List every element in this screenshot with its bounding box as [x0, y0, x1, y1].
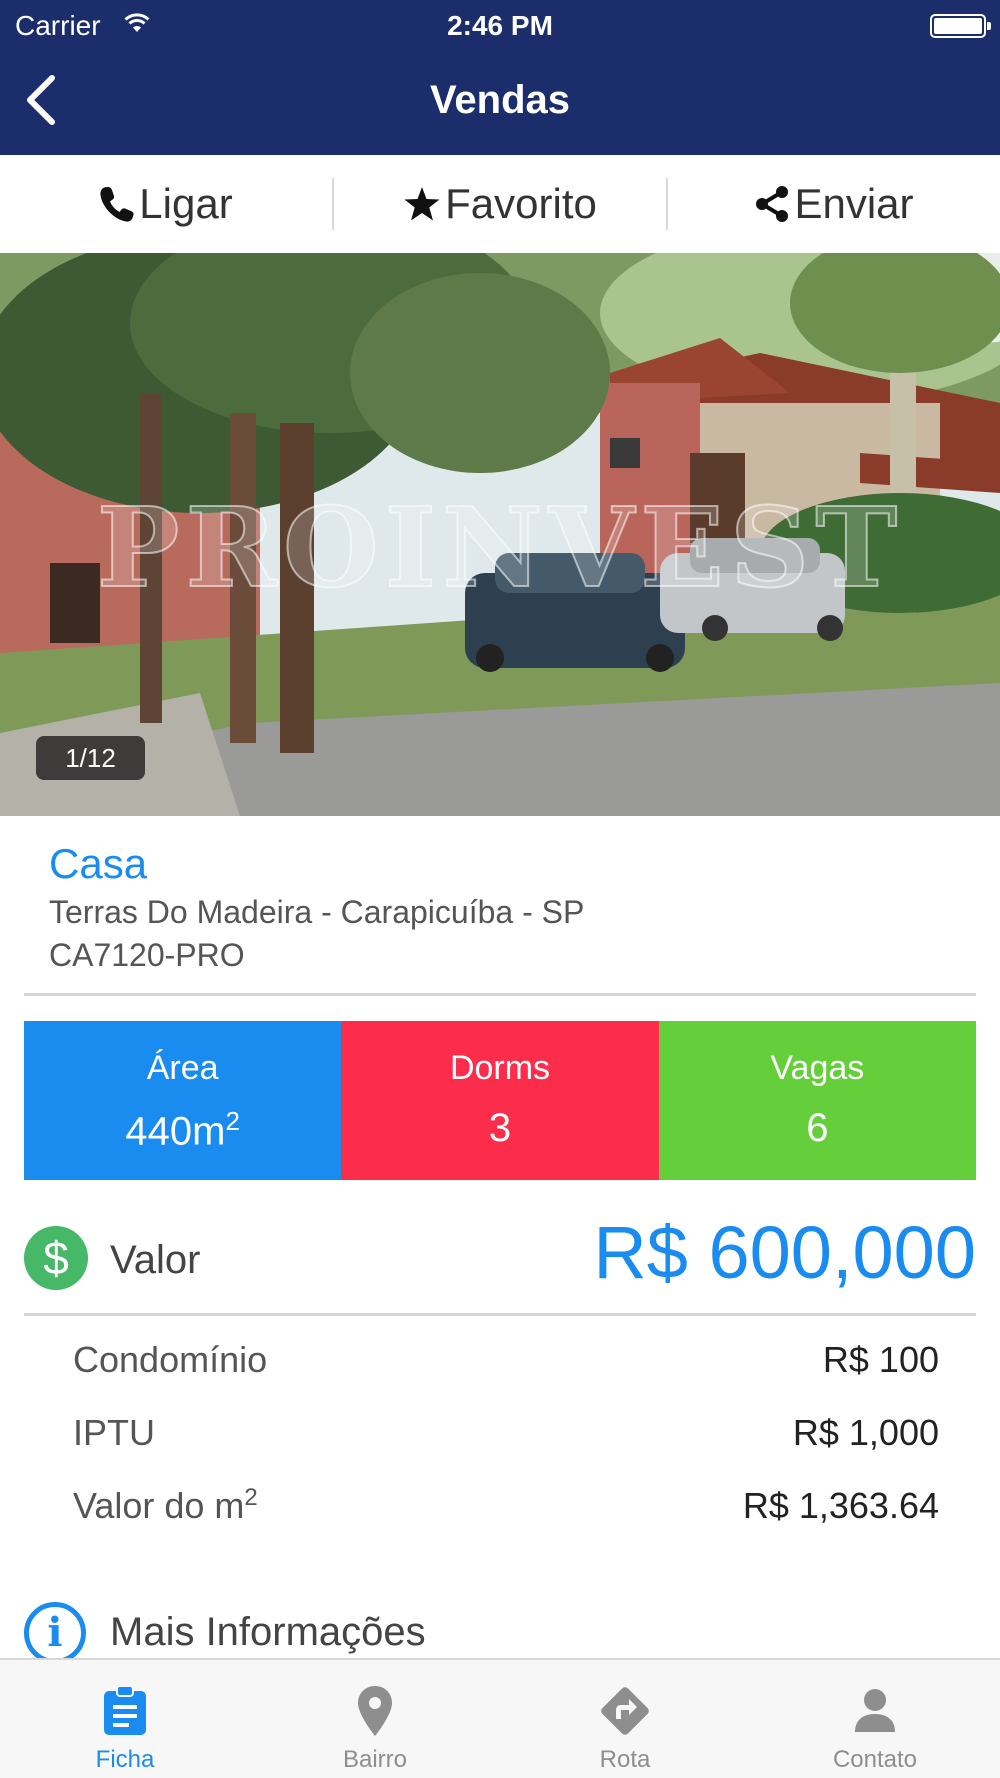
- detail-row-iptu: IPTU R$ 1,000: [73, 1411, 939, 1453]
- phone-icon: [100, 187, 134, 222]
- dorms-value: 3: [488, 1106, 512, 1150]
- call-button[interactable]: Ligar: [0, 155, 332, 253]
- favorite-label: Favorito: [445, 180, 597, 227]
- favorite-button[interactable]: Favorito: [334, 155, 666, 253]
- divider: [24, 993, 976, 996]
- dorms-stat: Dorms 3: [341, 1021, 659, 1180]
- status-bar: Carrier 2:46 PM: [0, 0, 1000, 50]
- property-photo-carousel[interactable]: PROINVEST 1/12: [0, 253, 1000, 816]
- dorms-label: Dorms: [449, 1049, 551, 1087]
- tab-bairro[interactable]: Bairro: [250, 1660, 500, 1778]
- price-row: $ Valor R$ 600,000: [24, 1210, 976, 1320]
- divider: [24, 1313, 976, 1316]
- tab-label: Ficha: [95, 1746, 155, 1773]
- price-value: R$ 600,000: [593, 1211, 976, 1294]
- page-title: Vendas: [429, 78, 571, 122]
- more-info-label: Mais Informações: [110, 1610, 426, 1654]
- person-icon: [855, 1689, 895, 1732]
- price-label: Valor: [110, 1238, 201, 1282]
- detail-row-condominio: Condomínio R$ 100: [73, 1338, 939, 1380]
- action-bar: Ligar Favorito Enviar: [0, 155, 1000, 253]
- tab-ficha[interactable]: Ficha: [0, 1660, 250, 1778]
- property-code: CA7120-PRO: [49, 937, 245, 973]
- photo-counter: 1/12: [36, 736, 145, 780]
- tab-rota[interactable]: Rota: [500, 1660, 750, 1778]
- map-pin-icon: [358, 1686, 392, 1736]
- vagas-value: 6: [806, 1106, 829, 1150]
- property-address: Terras Do Madeira - Carapicuíba - SP: [49, 894, 585, 930]
- tab-contato[interactable]: Contato: [750, 1660, 1000, 1778]
- property-info: Casa Terras Do Madeira - Carapicuíba - S…: [49, 840, 969, 974]
- share-label: Enviar: [794, 180, 914, 227]
- tab-label: Bairro: [342, 1746, 408, 1773]
- area-value: 440m2: [125, 1106, 240, 1154]
- property-type: Casa: [49, 840, 148, 887]
- detail-row-valor-m2: Valor do m2 R$ 1,363.64: [73, 1484, 939, 1526]
- star-icon: [404, 187, 440, 221]
- area-stat: Área 440m2: [24, 1021, 342, 1180]
- tab-label: Contato: [832, 1746, 918, 1773]
- top-bar: Carrier 2:46 PM Vendas: [0, 0, 1000, 155]
- watermark-logo: PROINVEST: [96, 482, 904, 613]
- info-icon: i: [24, 1602, 86, 1664]
- battery-icon: [930, 14, 991, 38]
- property-stats: Área 440m2 Dorms 3 Vagas 6: [24, 1021, 976, 1180]
- dollar-icon: $: [24, 1226, 88, 1290]
- share-icon: [756, 186, 789, 222]
- share-button[interactable]: Enviar: [668, 155, 1000, 253]
- tab-bar: Ficha Bairro Rota Contato: [0, 1658, 1000, 1778]
- clipboard-icon: [104, 1685, 146, 1735]
- area-label: Área: [146, 1049, 219, 1087]
- clock: 2:46 PM: [447, 10, 553, 41]
- call-label: Ligar: [139, 180, 233, 227]
- vagas-label: Vagas: [770, 1049, 865, 1087]
- route-arrow-icon: [601, 1687, 649, 1735]
- tab-label: Rota: [599, 1746, 651, 1773]
- vagas-stat: Vagas 6: [658, 1021, 976, 1180]
- cost-details: Condomínio R$ 100 IPTU R$ 1,000 Valor do…: [73, 1323, 939, 1542]
